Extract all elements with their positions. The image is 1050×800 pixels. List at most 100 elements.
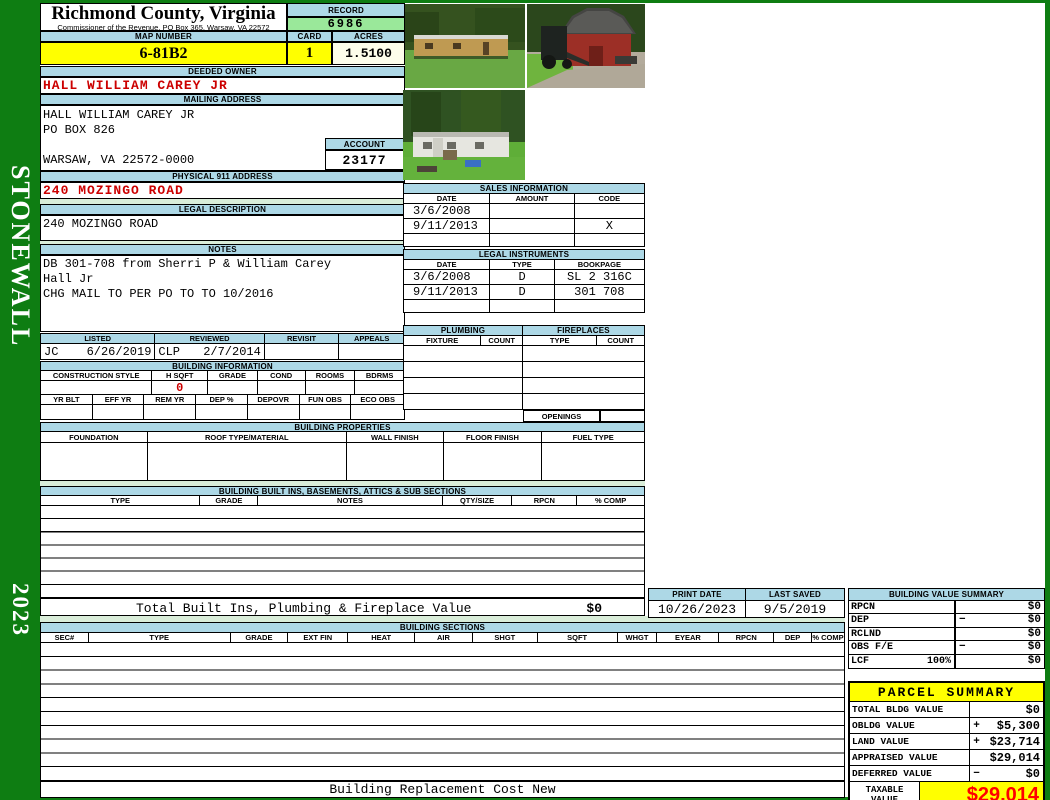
- grade-header: GRADE: [208, 371, 258, 380]
- record-header: RECORD: [287, 3, 405, 17]
- extfin-header: EXT FIN: [288, 633, 349, 642]
- county-title: Richmond County, Virginia: [51, 3, 276, 24]
- photo-red-barn-with-equipment: [527, 4, 645, 88]
- listed-cell: JC 6/26/2019: [41, 344, 156, 359]
- bvs-label: LCF: [851, 655, 870, 667]
- parcel-op: +: [973, 735, 980, 748]
- parcel-row-obldg: OBLDG VALUE + $5,300: [850, 718, 1043, 734]
- bvs-label-cell: LCF 100%: [849, 655, 954, 668]
- building-properties-header: BUILDING PROPERTIES: [40, 422, 645, 432]
- shgt-header: SHGT: [473, 633, 538, 642]
- sqft-header: SQFT: [538, 633, 618, 642]
- foundation-header: FOUNDATION: [41, 432, 148, 442]
- sales-row: [403, 234, 645, 247]
- built-ins-total-value: $0: [586, 601, 602, 616]
- parcel-value: $0: [1025, 702, 1040, 717]
- county-title-box: Richmond County, Virginia Commissioner o…: [40, 3, 287, 32]
- account-value: 23177: [325, 150, 404, 170]
- instrument-bookpage: 301 708: [574, 285, 625, 299]
- bvs-row-lcf: LCF 100% $0: [849, 654, 1044, 668]
- footer-bar: Building Replacement Cost New: [40, 781, 845, 798]
- sales-date: 3/6/2008: [404, 204, 491, 218]
- sidebar: STONEWALL 2023: [0, 0, 40, 800]
- bdrms-header: BDRMS: [365, 371, 394, 380]
- legal-description-value: 240 MOZINGO ROAD: [40, 215, 405, 241]
- physical-address-value: 240 MOZINGO ROAD: [40, 182, 405, 199]
- depovr-header: DEPOVR: [248, 395, 300, 404]
- parcel-row-deferred: DEFERRED VALUE − $0: [850, 766, 1043, 782]
- ecoobs-header: ECO OBS: [360, 395, 395, 404]
- fixture-header: FIXTURE: [404, 336, 482, 345]
- eyear-header: EYEAR: [657, 633, 720, 642]
- parcel-row-appraised: APPRAISED VALUE $29,014: [850, 750, 1043, 766]
- sec-header: SEC#: [41, 633, 89, 642]
- floor-finish-header: FLOOR FINISH: [444, 432, 543, 442]
- fireplace-type-header: TYPE: [523, 336, 598, 345]
- yrblt-header: YR BLT: [41, 395, 93, 404]
- print-saved-headers: PRINT DATE LAST SAVED: [648, 588, 845, 601]
- construction-style-header: CONSTRUCTION STYLE: [41, 371, 153, 380]
- bvs-row-obs: OBS F/E − $0: [849, 641, 1044, 655]
- deppct-header: DEP %: [196, 395, 248, 404]
- bvs-value: $0: [1027, 641, 1041, 654]
- fuel-type-header: FUEL TYPE: [572, 432, 614, 442]
- building-info-values-row2: [40, 405, 405, 420]
- remyr-header: REM YR: [144, 395, 197, 404]
- card-header: CARD: [287, 31, 332, 42]
- reviewed-by: CLP: [158, 344, 180, 359]
- cond-header: COND: [258, 371, 306, 380]
- instrument-row: [403, 300, 645, 313]
- sidebar-year-label: 2023: [8, 583, 33, 637]
- roof-header: ROOF TYPE/MATERIAL: [148, 432, 347, 442]
- bi-comp-header: % COMP: [594, 496, 627, 505]
- openings-label-box: OPENINGS: [523, 410, 600, 422]
- bvs-value: $0: [1027, 601, 1041, 613]
- print-saved-values: 10/26/2023 9/5/2019: [648, 601, 845, 618]
- built-ins-cols: TYPE GRADE NOTES QTY/SIZE RPCN % COMP: [40, 496, 645, 506]
- bvs-label: OBS F/E: [851, 642, 894, 654]
- plumbing-fireplaces-cols: FIXTURE COUNT TYPE COUNT: [403, 336, 645, 346]
- plumbing-row: [403, 394, 645, 410]
- bi-rpcn-header: RPCN: [512, 496, 578, 505]
- parcel-value: $5,300: [996, 718, 1040, 733]
- plumbing-row: [403, 362, 645, 378]
- bvs-label: DEP: [851, 615, 870, 627]
- instrument-type: D: [490, 285, 555, 299]
- parcel-label: LAND VALUE: [850, 734, 970, 749]
- heat-header: HEAT: [348, 633, 416, 642]
- taxable-label-line1: TAXABLE: [865, 785, 904, 795]
- sales-amount-header: AMOUNT: [490, 194, 575, 203]
- parcel-label: DEFERRED VALUE: [850, 766, 970, 781]
- openings-value-box: [600, 410, 645, 422]
- bvs-value: $0: [1027, 614, 1041, 627]
- parcel-op: −: [973, 767, 980, 780]
- print-date-value: 10/26/2023: [649, 601, 747, 617]
- building-info-values-row1: 0: [40, 381, 405, 395]
- parcel-label: OBLDG VALUE: [850, 718, 970, 733]
- bvs-value-cell: $0: [954, 627, 1044, 641]
- bvs-value-cell: $0: [954, 654, 1044, 668]
- taxable-label-line2: VALUE: [870, 795, 898, 800]
- bvs-value-cell: $0: [954, 601, 1044, 614]
- built-ins-header: BUILDING BUILT INS, BASEMENTS, ATTICS & …: [40, 486, 645, 496]
- photo-tan-mobile-home: [405, 4, 525, 88]
- effyr-header: EFF YR: [93, 395, 145, 404]
- bvs-pct: 100%: [926, 655, 951, 667]
- sales-amount: [490, 219, 575, 233]
- parcel-op: +: [973, 719, 980, 732]
- parcel-label: APPRAISED VALUE: [850, 750, 970, 765]
- instrument-bookpage: SL 2 316C: [566, 270, 632, 284]
- sales-amount: [490, 204, 575, 218]
- parcel-summary: PARCEL SUMMARY TOTAL BLDG VALUE $0 OBLDG…: [848, 681, 1045, 800]
- notes-line2: Hall Jr: [43, 272, 94, 286]
- revisit-cell: [265, 344, 340, 359]
- dep-header: DEP: [774, 633, 813, 642]
- photo-white-mobile-home-in-trees: [403, 90, 525, 180]
- acres-value: 1.5100: [332, 42, 405, 65]
- bvs-value-cell: − $0: [954, 641, 1044, 654]
- listed-by: JC: [44, 344, 59, 359]
- parcel-taxable-row: TAXABLE VALUE $29,014: [850, 782, 1043, 800]
- building-value-summary-header: BUILDING VALUE SUMMARY: [848, 588, 1045, 601]
- sidebar-district-label: STONEWALL: [6, 165, 35, 348]
- last-saved-value: 9/5/2019: [763, 601, 827, 617]
